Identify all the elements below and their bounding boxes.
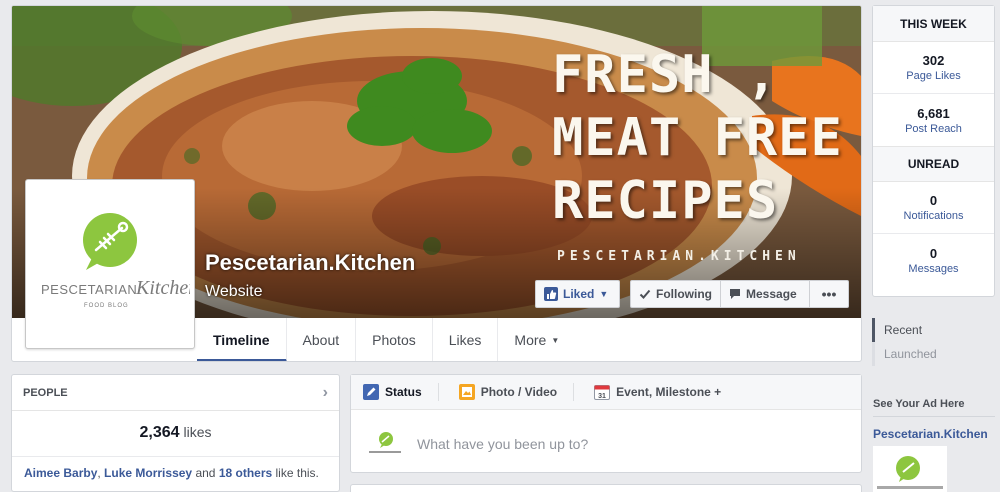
slogan-line-1: FRESH ,	[552, 45, 779, 105]
friends-and: and	[195, 466, 216, 480]
page-actions: Liked ▼ Following Message •••	[535, 280, 849, 308]
composer-tab-event[interactable]: 31 Event, Milestone +	[594, 384, 731, 400]
friends-suffix: like this.	[275, 466, 319, 480]
timeline-year-nav: Recent Launched	[872, 318, 995, 366]
page-category[interactable]: Website	[205, 283, 263, 301]
unread-header: UNREAD	[873, 146, 994, 182]
friends-who-like: Aimee Barby, Luke Morrissey and 18 other…	[12, 456, 339, 489]
page-header-card: FRESH , MEAT FREE RECIPES PESCETARIAN.KI…	[11, 5, 862, 362]
message-button[interactable]: Message	[721, 280, 810, 308]
tab-photos[interactable]: Photos	[356, 318, 433, 361]
page-tabs: Timeline About Photos Likes More ▼	[197, 318, 575, 361]
ad-preview-header[interactable]: See Your Ad Here	[873, 392, 995, 417]
notifications-count: 0	[929, 193, 938, 208]
post-composer: Status Photo / Video 31 Event, Milestone…	[350, 374, 862, 473]
stat-page-likes[interactable]: 302 Page Likes	[873, 42, 994, 94]
chevron-down-icon: ▼	[599, 289, 609, 299]
cover-handle-text: PESCETARIAN.KITCHEN	[557, 249, 801, 264]
others-link[interactable]: 18 others	[219, 466, 272, 480]
event-milestone-label: Event, Milestone +	[616, 385, 722, 399]
ad-page-name[interactable]: Pescetarian.Kitchen	[873, 427, 988, 441]
checkmark-icon	[639, 289, 651, 299]
stat-messages[interactable]: 0 Messages	[873, 234, 994, 286]
likes-count: 2,364	[139, 424, 180, 441]
messages-link[interactable]: Messages	[908, 263, 958, 275]
stat-notifications[interactable]: 0 Notifications	[873, 182, 994, 234]
composer-tab-photo-video[interactable]: Photo / Video	[458, 383, 584, 401]
ellipsis-icon: •••	[821, 286, 837, 302]
page-avatar	[365, 424, 405, 464]
tab-timeline[interactable]: Timeline	[197, 318, 287, 361]
slogan-line-3: RECIPES	[552, 171, 779, 231]
year-recent[interactable]: Recent	[872, 318, 995, 342]
logo-wordmark-right: Kitchen	[135, 277, 190, 299]
pescetarian-kitchen-logo: PESCETARIAN Kitchen FOOD BLOG	[41, 213, 198, 309]
tab-likes[interactable]: Likes	[433, 318, 499, 361]
cover-slogan: FRESH , MEAT FREE RECIPES	[552, 44, 843, 233]
post-reach-count: 6,681	[917, 105, 950, 121]
liked-label: Liked	[563, 287, 595, 301]
likes-summary: 2,364 likes	[12, 424, 339, 442]
likes-word: likes	[183, 424, 212, 440]
page-logo: PESCETARIAN Kitchen FOOD BLOG	[30, 184, 198, 344]
slogan-line-2: MEAT FREE	[552, 108, 843, 168]
page-likes-link[interactable]: Page Likes	[906, 70, 960, 82]
stat-post-reach[interactable]: 6,681 Post Reach	[873, 94, 994, 146]
friend-link-2[interactable]: Luke Morrissey	[104, 466, 192, 480]
ad-logo-image	[877, 456, 943, 489]
message-label: Message	[746, 287, 797, 301]
tab-divider	[573, 383, 575, 401]
pencil-icon	[363, 384, 379, 400]
tab-more-label: More	[514, 332, 547, 348]
friend-link-1[interactable]: Aimee Barby	[24, 466, 97, 480]
photo-video-label: Photo / Video	[480, 385, 558, 399]
message-bubble-icon	[730, 289, 740, 299]
logo-tagline: FOOD BLOG	[84, 303, 129, 309]
thumbs-up-icon	[544, 287, 558, 301]
next-card-edge	[350, 484, 862, 492]
following-label: Following	[656, 287, 712, 301]
status-input[interactable]: What have you been up to?	[417, 436, 588, 452]
page-stats-panel: THIS WEEK 302 Page Likes 6,681 Post Reac…	[872, 5, 995, 297]
tab-divider	[437, 383, 439, 401]
logo-wordmark-left: PESCETARIAN	[41, 282, 137, 297]
messages-count: 0	[929, 245, 938, 261]
calendar-day: 31	[598, 393, 606, 400]
year-launched[interactable]: Launched	[872, 342, 995, 366]
chevron-right-icon[interactable]: ›	[323, 384, 328, 402]
people-title: PEOPLE	[23, 386, 68, 399]
post-reach-link[interactable]: Post Reach	[905, 123, 962, 135]
following-button[interactable]: Following	[630, 280, 721, 308]
composer-tabs: Status Photo / Video 31 Event, Milestone…	[351, 375, 861, 410]
composer-body[interactable]: What have you been up to?	[351, 410, 861, 478]
people-header[interactable]: PEOPLE ›	[12, 375, 339, 411]
people-card: PEOPLE › 2,364 likes Aimee Barby, Luke Mo…	[11, 374, 340, 492]
photo-icon	[458, 384, 475, 400]
ad-thumbnail[interactable]	[873, 446, 947, 492]
tab-about[interactable]: About	[287, 318, 357, 361]
caret-down-icon: ▼	[551, 335, 560, 345]
status-label: Status	[385, 385, 422, 399]
profile-picture[interactable]: PESCETARIAN Kitchen FOOD BLOG	[25, 179, 198, 349]
liked-button[interactable]: Liked ▼	[535, 280, 620, 308]
composer-tab-status[interactable]: Status	[363, 383, 449, 401]
tab-more[interactable]: More ▼	[498, 318, 575, 361]
this-week-header: THIS WEEK	[873, 6, 994, 42]
page-title[interactable]: Pescetarian.Kitchen	[205, 250, 415, 276]
notifications-link[interactable]: Notifications	[904, 210, 964, 222]
page-likes-count: 302	[922, 53, 945, 68]
calendar-icon: 31	[594, 385, 611, 400]
more-options-button[interactable]: •••	[810, 280, 849, 308]
